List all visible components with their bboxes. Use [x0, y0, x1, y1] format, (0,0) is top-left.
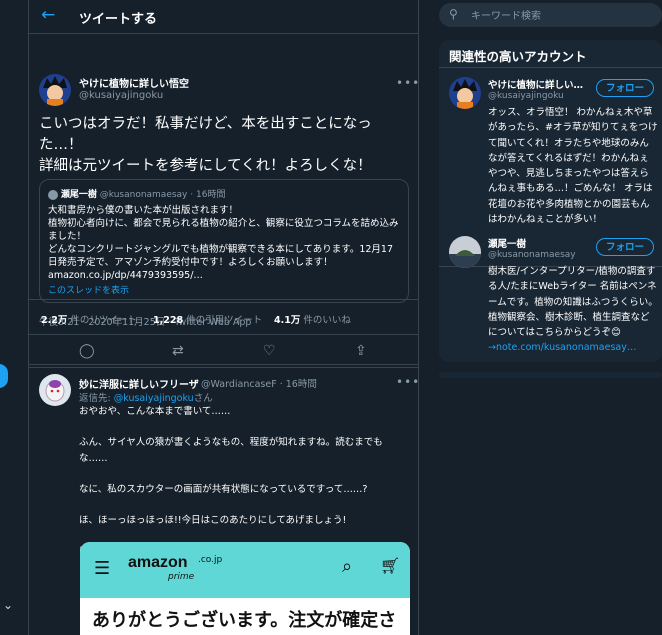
quote-time: · 16時間: [190, 190, 226, 200]
share-icon[interactable]: ⇪: [355, 343, 367, 359]
like-count[interactable]: 4.1万 件のいいね: [274, 312, 351, 326]
page-title: ツイートする: [79, 12, 158, 27]
follow-button[interactable]: フォロー: [596, 238, 654, 256]
account-handle[interactable]: @kusanonamaesay: [488, 250, 576, 260]
search-bar[interactable]: ⚲: [439, 3, 662, 27]
account-name[interactable]: 瀬尾一樹: [488, 236, 588, 250]
author-handle[interactable]: @kusaiyajingoku: [79, 90, 163, 101]
menu-icon: ☰: [94, 558, 111, 579]
search-icon: ⚲: [449, 7, 458, 21]
reply-to: 返信先: @kusaiyajingokuさん: [79, 393, 213, 404]
reply-text: おやおや、こんな本まで書いて…… ふん、サイヤ人の猿が書くようなもの、程度が知れ…: [79, 406, 383, 557]
author-name[interactable]: やけに植物に詳しい悟空: [79, 75, 189, 90]
more-icon[interactable]: •••: [396, 375, 418, 389]
account-bio: 樹木医/インタープリター/植物の調査する人/たまにWebライター 名前はペンネー…: [488, 266, 658, 339]
avatar[interactable]: [39, 74, 71, 106]
left-nav-edge: ⌄: [0, 0, 28, 635]
like-icon[interactable]: ♡: [263, 343, 276, 359]
reply-author-name[interactable]: 妙に洋服に詳しいフリーザ: [79, 376, 199, 391]
panel-edge: [439, 372, 662, 378]
quote-text: 大和書房から僕の書いた本が出版されます！ 植物初心者向けに、都会で見られる植物の…: [48, 205, 399, 281]
show-thread-link[interactable]: このスレッドを表示: [48, 283, 129, 296]
follow-button[interactable]: フォロー: [596, 79, 654, 97]
avatar[interactable]: [39, 374, 71, 406]
tweet-text: こいつはオラだ！私事だけど、本を出すことになった…！ 詳細は元ツイートを参考にし…: [39, 116, 372, 174]
related-accounts-panel: 関連性の高いアカウント やけに植物に詳しい… @kusaiyajingoku フ…: [439, 40, 662, 362]
search-input[interactable]: [469, 5, 658, 27]
quoted-tweet[interactable]: 瀬尾一樹 @kusanonamaesay · 16時間 大和書房から僕の書いた本…: [39, 179, 409, 303]
back-arrow-icon[interactable]: ←: [41, 5, 55, 25]
tweet-stats: 2.2万 件のリツイート 1,228 件の引用ツイート 4.1万 件のいいね: [29, 299, 418, 335]
avatar[interactable]: [449, 77, 481, 109]
search-icon: ⌕: [342, 556, 353, 577]
quote-author-handle: @kusanonamaesay: [99, 190, 188, 200]
account-bio: オッス、オラ悟空！ わかんねぇ木や草があったら、#オラ草が知りてぇをつけて聞いて…: [488, 107, 658, 226]
retweet-count[interactable]: 2.2万 件のリツイート: [41, 312, 137, 326]
quote-avatar-icon: [48, 189, 58, 200]
chevron-down-icon[interactable]: ⌄: [3, 598, 13, 612]
account-link[interactable]: →note.com/kusanonamaesay…: [488, 340, 658, 355]
account-name[interactable]: やけに植物に詳しい…: [488, 77, 588, 91]
amazon-prime-label: prime: [168, 572, 195, 582]
tweet-actions: ◯ ⇄ ♡ ⇪: [29, 337, 418, 368]
tweet-button-edge[interactable]: [0, 364, 8, 388]
quote-count[interactable]: 1,228 件の引用ツイート: [153, 312, 262, 326]
amazon-logo: amazon: [128, 554, 188, 571]
quote-header: 瀬尾一樹 @kusanonamaesay · 16時間: [48, 187, 225, 200]
reply-meta: @WardiancaseF · 16時間: [201, 379, 317, 390]
amazon-logo-domain: .co.jp: [198, 555, 223, 565]
amazon-header: ☰ amazon .co.jp prime ⌕ 🛒︎: [80, 542, 410, 598]
panel-title: 関連性の高いアカウント: [449, 49, 587, 64]
main-column: ← ツイートする やけに植物に詳しい悟空 @kusaiyajingoku •••…: [28, 0, 419, 635]
order-confirmation-text: ありがとうございます。注文が確定されました: [92, 610, 397, 631]
reply-tweet: 妙に洋服に詳しいフリーザ @WardiancaseF · 16時間 ••• 返信…: [29, 368, 418, 635]
page-header: ← ツイートする: [29, 0, 418, 34]
divider: [439, 67, 662, 68]
more-icon[interactable]: •••: [396, 76, 418, 90]
attached-image[interactable]: ☰ amazon .co.jp prime ⌕ 🛒︎ ありがとうございます。注文…: [80, 542, 410, 635]
avatar[interactable]: [449, 236, 481, 268]
quote-author-name: 瀬尾一樹: [60, 190, 97, 200]
reply-icon[interactable]: ◯: [79, 343, 95, 359]
cart-icon: 🛒︎: [380, 556, 401, 575]
reply-to-handle[interactable]: @kusaiyajingoku: [114, 393, 194, 404]
retweet-icon[interactable]: ⇄: [172, 343, 184, 359]
account-handle[interactable]: @kusaiyajingoku: [488, 91, 564, 101]
